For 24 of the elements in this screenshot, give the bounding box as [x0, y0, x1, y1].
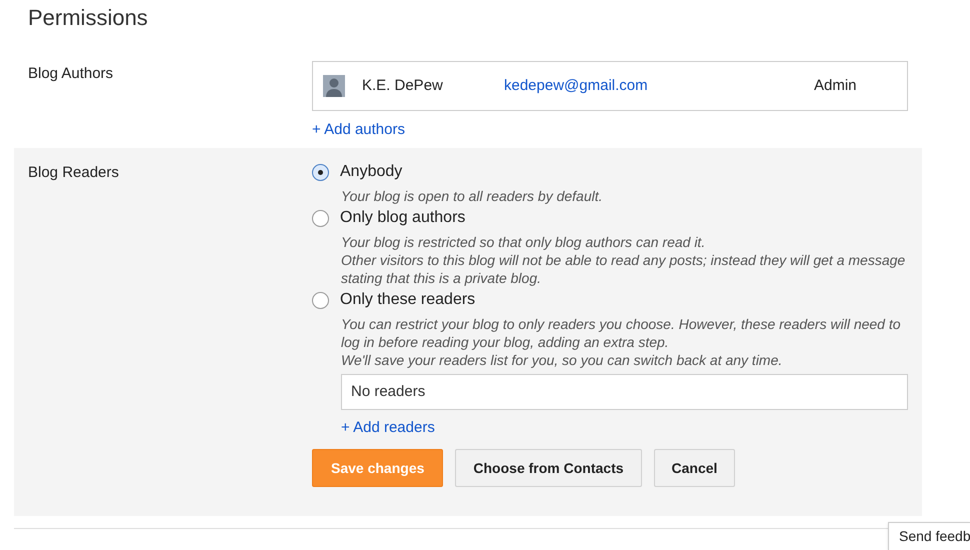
- section-label: Blog Readers: [28, 163, 120, 183]
- section-label: Blog Authors: [28, 64, 114, 84]
- add-authors-link[interactable]: + Add authors: [312, 119, 405, 142]
- author-role: Admin: [814, 76, 857, 96]
- add-readers-link[interactable]: + Add readers: [341, 417, 435, 440]
- avatar-icon: [323, 75, 345, 97]
- option-label[interactable]: Only blog authors: [340, 206, 466, 230]
- secondary-button[interactable]: Choose from Contacts: [455, 449, 642, 487]
- readers-field[interactable]: No readers: [341, 374, 908, 410]
- option-description: You can restrict your blog to only readers you choose. However, these readers will need to log in before reading your blog, adding an extra step.: [341, 315, 902, 351]
- option-description: Your blog is open to all readers by default.: [341, 187, 604, 205]
- feedback-button[interactable]: Send feedb: [888, 522, 970, 550]
- option-description: Your blog is restricted so that only blog authors can read it.: [341, 233, 706, 251]
- option-description: Other visitors to this blog will not be able to read any posts; instead they will get a message stating that this is a private blog.: [341, 251, 906, 287]
- secondary-button[interactable]: Cancel: [654, 449, 736, 487]
- radio-button[interactable]: [312, 210, 329, 226]
- author-name: K.E. DePew: [362, 76, 444, 96]
- option-label[interactable]: Only these readers: [340, 288, 476, 312]
- option-description: We'll save your readers list for you, so you can switch back at any time.: [341, 351, 784, 369]
- author-email[interactable]: kedepew@gmail.com: [504, 74, 814, 98]
- option-label[interactable]: Anybody: [340, 160, 402, 184]
- radio-button[interactable]: [312, 164, 329, 180]
- radio-button[interactable]: [312, 292, 329, 308]
- page-title: Permissions: [27, 4, 149, 32]
